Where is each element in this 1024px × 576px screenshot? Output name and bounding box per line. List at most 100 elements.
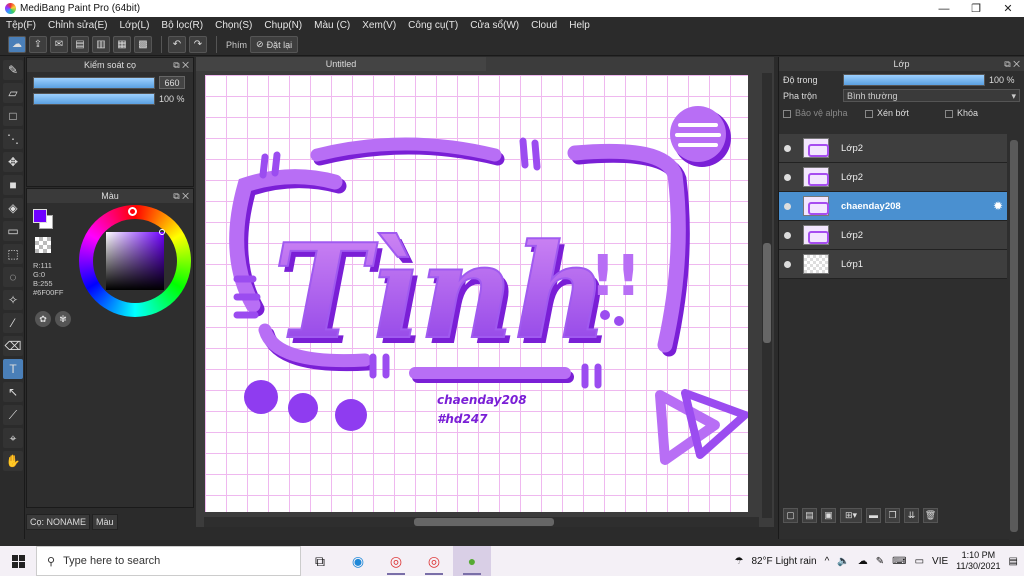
divide-tool-icon[interactable]: ⟋: [3, 405, 23, 425]
palette-grid-icon[interactable]: ✾: [55, 311, 71, 327]
move-tool-icon[interactable]: ✥: [3, 152, 23, 172]
eye-icon[interactable]: [784, 173, 791, 181]
menu-window[interactable]: Cửa sổ(W): [464, 20, 525, 31]
brush-tool-icon[interactable]: ✎: [3, 60, 23, 80]
lock-checkbox[interactable]: [945, 109, 953, 118]
scroll-thumb[interactable]: [414, 518, 554, 526]
layer-row[interactable]: Lớp2: [779, 134, 1007, 163]
display-icon[interactable]: ▭: [915, 556, 924, 567]
menu-tools[interactable]: Công cụ(T): [402, 20, 464, 31]
redo-icon[interactable]: ↷: [189, 36, 207, 53]
eye-icon[interactable]: [784, 202, 791, 210]
lock-option[interactable]: Khóa: [945, 108, 978, 118]
rectangle-tool-icon[interactable]: □: [3, 106, 23, 126]
text-tool-icon[interactable]: T: [3, 359, 23, 379]
lasso-tool-icon[interactable]: ◌: [3, 267, 23, 287]
fill-rect-tool-icon[interactable]: ■: [3, 175, 23, 195]
brush-opacity-slider[interactable]: [33, 93, 155, 105]
chevron-up-icon[interactable]: ^: [825, 556, 830, 567]
menu-edit[interactable]: Chỉnh sửa(E): [42, 20, 114, 31]
grid-icon[interactable]: ▩: [134, 36, 152, 53]
menu-select[interactable]: Chọn(S): [209, 20, 258, 31]
chrome-icon[interactable]: ◎: [377, 546, 415, 576]
saturation-value-square[interactable]: [106, 232, 164, 290]
color-marker[interactable]: [159, 229, 165, 235]
primary-color-swatch[interactable]: [33, 209, 47, 223]
edge-icon[interactable]: ◉: [339, 546, 377, 576]
chrome-icon[interactable]: ◎: [415, 546, 453, 576]
menu-filter[interactable]: Bộ lọc(R): [155, 20, 209, 31]
medibang-icon[interactable]: ●: [453, 546, 491, 576]
brush-size-slider[interactable]: [33, 76, 155, 89]
eraser-tool-icon[interactable]: ▱: [3, 83, 23, 103]
menu-cloud[interactable]: Cloud: [525, 20, 563, 31]
comment-icon[interactable]: ✉: [50, 36, 68, 53]
keyboard-icon[interactable]: ⌨: [892, 556, 906, 567]
layer-opacity-slider[interactable]: [843, 74, 985, 86]
document-icon[interactable]: ▥: [92, 36, 110, 53]
share-icon[interactable]: ⇪: [29, 36, 47, 53]
layer-row-selected[interactable]: chaenday208 ✹: [779, 192, 1007, 221]
eye-icon[interactable]: [784, 260, 791, 268]
select-rect-tool-icon[interactable]: ⬚: [3, 244, 23, 264]
eye-icon[interactable]: [784, 231, 791, 239]
hand-tool-icon[interactable]: ✋: [3, 451, 23, 471]
volume-icon[interactable]: 🔈: [837, 556, 849, 567]
undo-icon[interactable]: ↶: [168, 36, 186, 53]
language-indicator[interactable]: VIE: [932, 556, 948, 567]
operation-tool-icon[interactable]: ↖: [3, 382, 23, 402]
maximize-button[interactable]: ❐: [960, 2, 992, 15]
protect-alpha-checkbox[interactable]: [783, 109, 791, 118]
color-swatches[interactable]: [33, 209, 55, 231]
cloud-icon[interactable]: ☁: [8, 36, 26, 53]
layer-row[interactable]: Lớp2: [779, 163, 1007, 192]
protect-alpha-option[interactable]: Bảo vệ alpha: [783, 108, 865, 118]
new-8bit-layer-icon[interactable]: ▣: [821, 508, 836, 523]
add-layer-menu-icon[interactable]: ⊞▾: [840, 508, 862, 523]
gear-icon[interactable]: ✹: [993, 199, 1003, 213]
close-button[interactable]: ✕: [992, 2, 1024, 15]
brush-tab[interactable]: Cọ: NONAME: [26, 514, 91, 530]
scroll-thumb[interactable]: [763, 243, 771, 343]
layer-row[interactable]: Lớp1: [779, 250, 1007, 279]
layer-scrollbar[interactable]: [1009, 140, 1019, 540]
magic-wand-tool-icon[interactable]: ✧: [3, 290, 23, 310]
canvas-horizontal-scrollbar[interactable]: [204, 517, 759, 527]
bucket-tool-icon[interactable]: ◈: [3, 198, 23, 218]
clipping-checkbox[interactable]: [865, 109, 873, 118]
select-eraser-tool-icon[interactable]: ⌫: [3, 336, 23, 356]
panel-close-icon[interactable]: ⧉ ✕: [173, 189, 189, 203]
gradient-tool-icon[interactable]: ▭: [3, 221, 23, 241]
panel-icon[interactable]: ▦: [113, 36, 131, 53]
chat-icon[interactable]: ▤: [71, 36, 89, 53]
canvas-vertical-scrollbar[interactable]: [762, 73, 772, 518]
new-layer-icon[interactable]: ▢: [783, 508, 798, 523]
cloud-sync-icon[interactable]: ☁: [858, 556, 868, 567]
panel-close-icon[interactable]: ⧉ ✕: [1004, 57, 1020, 71]
reset-button[interactable]: ⊘ Đặt lại: [250, 36, 299, 53]
taskbar-search[interactable]: ⚲ Type here to search: [36, 546, 301, 576]
minimize-button[interactable]: —: [928, 3, 960, 15]
select-pen-tool-icon[interactable]: ⁄: [3, 313, 23, 333]
palette-icon[interactable]: ✿: [35, 311, 51, 327]
weather-text[interactable]: 82°F Light rain: [751, 556, 816, 567]
scroll-thumb[interactable]: [1010, 140, 1018, 532]
menu-snap[interactable]: Chụp(N): [258, 20, 308, 31]
menu-color[interactable]: Màu (C): [308, 20, 356, 31]
new-halftone-layer-icon[interactable]: ▤: [802, 508, 817, 523]
eye-icon[interactable]: [784, 144, 791, 152]
hue-wheel[interactable]: [79, 205, 191, 317]
delete-layer-icon[interactable]: 🗑: [923, 508, 938, 523]
folder-icon[interactable]: ▬: [866, 508, 881, 523]
pen-icon[interactable]: ✎: [876, 556, 884, 567]
dot-tool-icon[interactable]: ⋱: [3, 129, 23, 149]
menu-file[interactable]: Tệp(F): [0, 20, 42, 31]
merge-layer-icon[interactable]: ⇊: [904, 508, 919, 523]
menu-layer[interactable]: Lớp(L): [114, 20, 156, 31]
start-button[interactable]: [0, 546, 36, 576]
clipping-option[interactable]: Xén bớt: [865, 108, 945, 118]
duplicate-layer-icon[interactable]: ❐: [885, 508, 900, 523]
menu-help[interactable]: Help: [563, 20, 596, 31]
eyedropper-tool-icon[interactable]: ⌖: [3, 428, 23, 448]
color-tab[interactable]: Màu: [92, 514, 118, 530]
